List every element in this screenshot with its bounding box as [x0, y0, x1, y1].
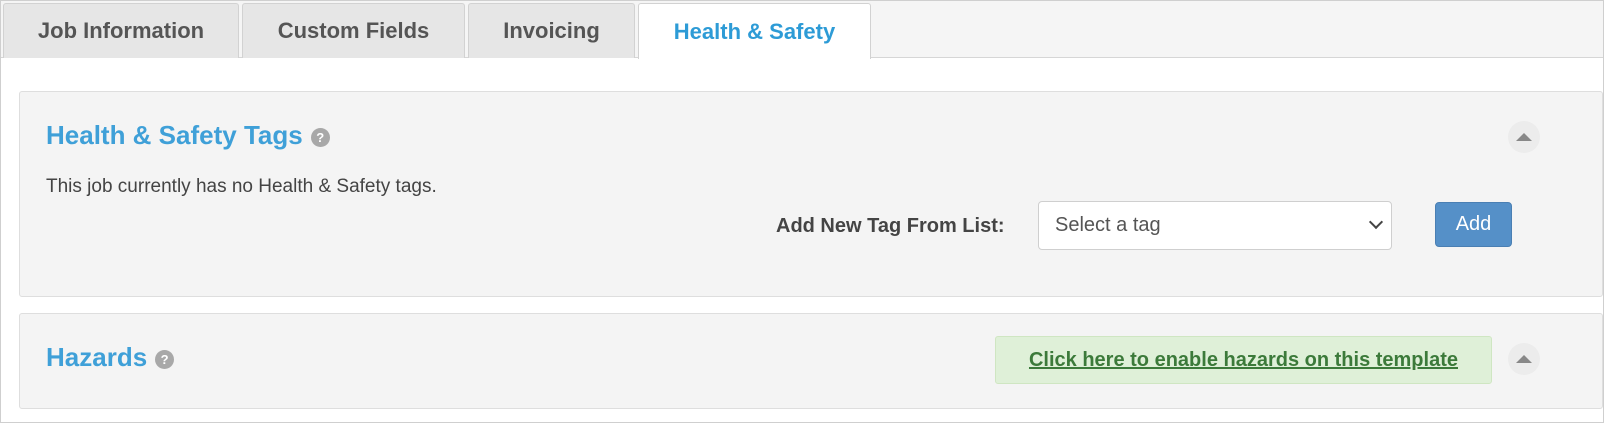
job-editor-frame: Job Information Custom Fields Invoicing … [0, 0, 1604, 423]
add-tag-button[interactable]: Add [1435, 202, 1512, 247]
enable-hazards-notice: Click here to enable hazards on this tem… [995, 336, 1492, 384]
help-icon[interactable]: ? [310, 128, 330, 147]
chevron-down-icon [1368, 214, 1384, 230]
tab-custom-fields[interactable]: Custom Fields [242, 3, 465, 58]
tags-title-text: Health & Safety Tags [46, 120, 303, 150]
tab-label: Invoicing [503, 18, 600, 43]
tab-invoicing[interactable]: Invoicing [468, 3, 635, 58]
add-tag-label: Add New Tag From List: [776, 215, 1005, 237]
tag-select[interactable]: Select a tag [1038, 201, 1392, 250]
caret-up-icon [1516, 133, 1532, 141]
tab-label: Job Information [37, 18, 205, 43]
no-tags-message: This job currently has no Health & Safet… [46, 176, 437, 197]
tag-select-value: Select a tag [1055, 214, 1161, 236]
collapse-tags-button[interactable] [1508, 121, 1540, 153]
panel-title-hazards: Hazards ? [46, 342, 175, 373]
hazards-title-text: Hazards [46, 342, 148, 372]
tab-health-safety[interactable]: Health & Safety [638, 3, 871, 59]
tab-label: Custom Fields [277, 18, 430, 43]
hazards-panel: Hazards ? Click here to enable hazards o… [19, 313, 1603, 409]
help-icon[interactable]: ? [155, 350, 175, 369]
health-safety-tags-panel: Health & Safety Tags ? This job currentl… [19, 91, 1603, 297]
enable-hazards-link[interactable]: Click here to enable hazards on this tem… [1029, 349, 1458, 372]
caret-up-icon [1516, 355, 1532, 363]
tab-label: Health & Safety [673, 18, 836, 44]
tab-job-information[interactable]: Job Information [3, 3, 239, 58]
collapse-hazards-button[interactable] [1508, 343, 1540, 375]
tab-bar: Job Information Custom Fields Invoicing … [1, 1, 1603, 59]
panel-title-tags: Health & Safety Tags ? [46, 120, 330, 151]
